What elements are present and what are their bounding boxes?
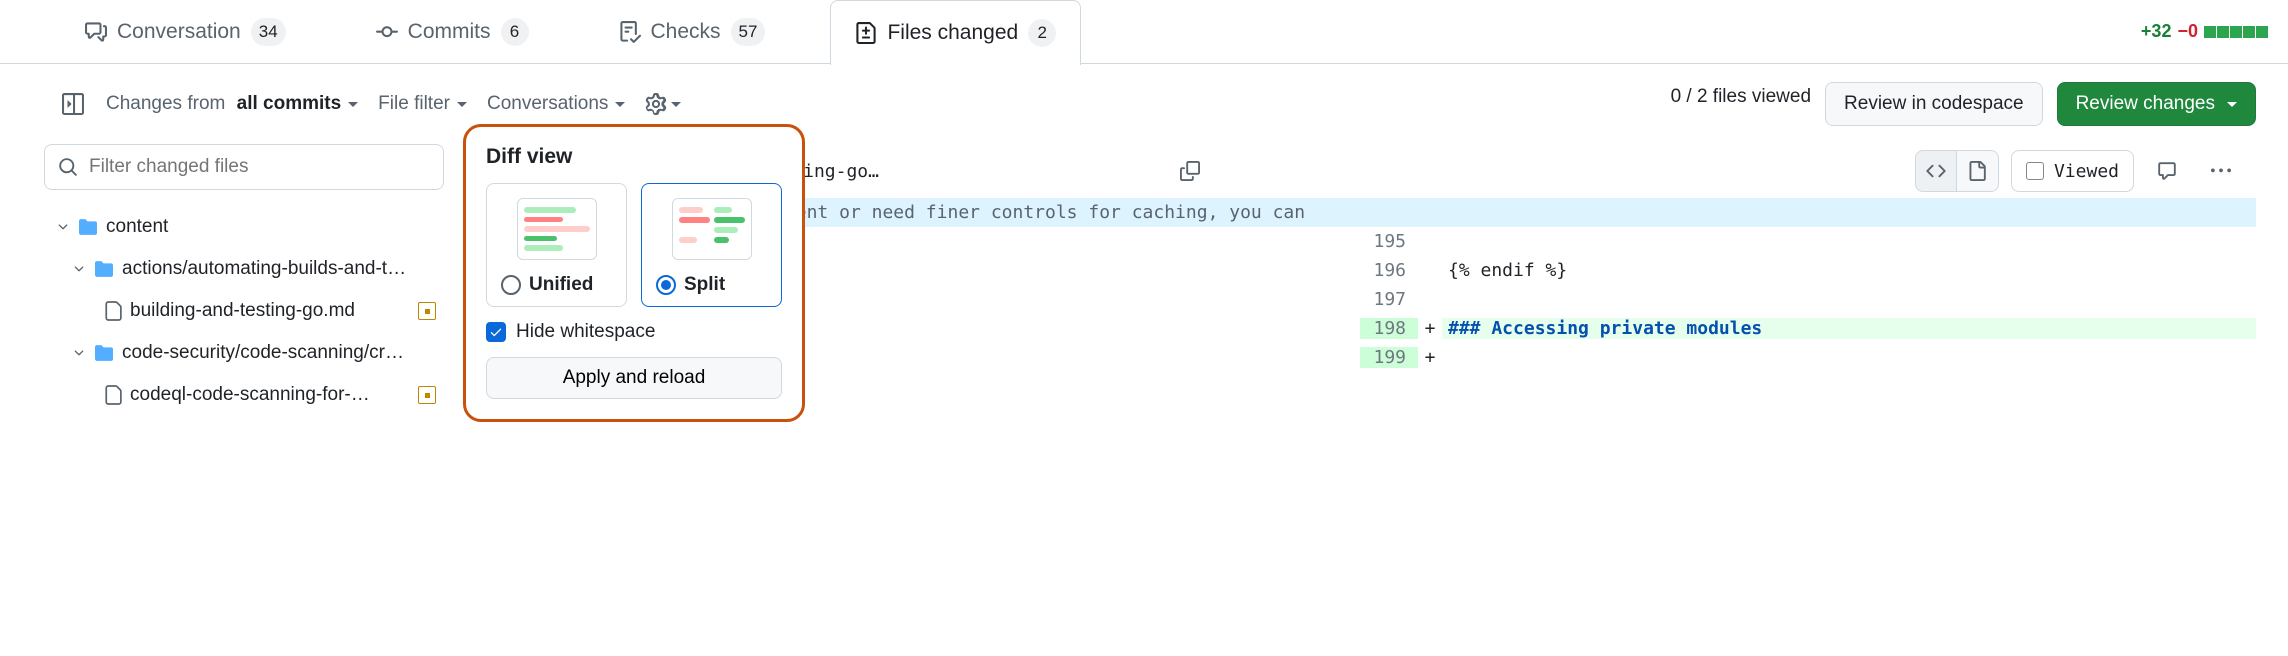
copy-icon [1180,161,1200,181]
unified-preview-icon [517,198,597,260]
caret-down-icon [457,102,467,107]
chevron-down-icon [72,346,86,360]
tab-files-label: Files changed [887,21,1018,45]
caret-down-icon [2227,102,2237,107]
caret-down-icon [615,102,625,107]
search-icon [58,157,78,177]
checklist-icon [619,21,641,43]
file-tree-sidebar: content actions/automating-builds-and-t…… [44,144,444,416]
commits-count: 6 [501,18,529,46]
checkbox-checked-icon [486,322,506,342]
tree-file[interactable]: building-and-testing-go.md [44,290,444,332]
diffstat-blocks [2204,26,2268,38]
kebab-menu-button[interactable] [2200,150,2242,192]
changes-from-dropdown[interactable]: Changes from all commits [106,93,358,115]
sidebar-toggle-button[interactable] [60,91,86,117]
tree-folder[interactable]: code-security/code-scanning/cr… [44,332,444,374]
chevron-down-icon [56,220,70,234]
checkbox-icon [2026,162,2044,180]
files-count: 2 [1028,19,1056,47]
tree-folder[interactable]: actions/automating-builds-and-t… [44,248,444,290]
sidebar-collapse-icon [62,93,84,115]
display-source-button[interactable] [1915,150,1957,192]
modified-icon [418,386,436,404]
popover-title: Diff view [486,145,782,169]
split-preview-icon [672,198,752,260]
main-content: content actions/automating-builds-and-t…… [0,144,2288,416]
file-icon [1967,161,1987,181]
tab-commits[interactable]: Commits 6 [351,0,554,64]
code-content: {% endif %} [1442,260,2256,281]
diffstat: +32 −0 [2141,21,2288,42]
tab-conversation[interactable]: Conversation 34 [60,0,311,64]
diff-toolbar: Changes from all commits File filter Con… [0,64,2288,144]
tree-folder-root[interactable]: content [44,206,444,248]
tab-commits-label: Commits [408,20,491,44]
diff-settings-button[interactable] [645,93,681,115]
tab-checks[interactable]: Checks 57 [594,0,791,64]
git-commit-icon [376,21,398,43]
file-tree: content actions/automating-builds-and-t…… [44,206,444,416]
code-content: ### Accessing private modules [1442,318,2256,339]
file-filter-dropdown[interactable]: File filter [378,93,467,115]
display-rendered-button[interactable] [1957,150,1999,192]
modified-icon [418,302,436,320]
viewed-checkbox[interactable]: Viewed [2011,150,2134,192]
checks-count: 57 [731,18,766,46]
line-number: 196 [1360,260,1418,281]
line-number: 198 [1360,318,1418,339]
files-viewed-label: 0 / 2 files viewed [1671,86,1811,108]
folder-icon [94,344,114,362]
line-number: 197 [1360,289,1418,310]
conversation-count: 34 [251,18,286,46]
diff-settings-popover: Diff view Unified [463,124,805,422]
caret-down-icon [348,102,358,107]
review-in-codespace-button[interactable]: Review in codespace [1825,82,2043,126]
file-diff-icon [855,22,877,44]
additions-count: +32 [2141,21,2172,42]
line-number: 199 [1360,347,1418,368]
diff-view-split-option[interactable]: Split [641,183,782,307]
radio-icon [501,275,521,295]
pr-tab-nav: Conversation 34 Commits 6 Checks 57 File… [0,0,2288,64]
hide-whitespace-checkbox[interactable]: Hide whitespace [486,321,782,343]
caret-down-icon [671,102,681,107]
comment-discussion-icon [85,21,107,43]
radio-checked-icon [656,275,676,295]
file-icon [104,301,122,321]
tree-file[interactable]: codeql-code-scanning-for-… [44,374,444,416]
file-icon [104,385,122,405]
tab-checks-label: Checks [651,20,721,44]
conversations-dropdown[interactable]: Conversations [487,93,625,115]
apply-and-reload-button[interactable]: Apply and reload [486,357,782,399]
folder-icon [94,260,114,278]
kebab-icon [2211,161,2231,181]
chevron-down-icon [72,262,86,276]
filter-files-input[interactable] [44,144,444,190]
display-mode-group [1915,150,1999,192]
tab-conversation-label: Conversation [117,20,241,44]
diff-view-unified-option[interactable]: Unified [486,183,627,307]
tab-files-changed[interactable]: Files changed 2 [830,0,1081,65]
files-viewed-progress [1671,112,1811,122]
copy-path-button[interactable] [1169,150,1211,192]
folder-icon [78,218,98,236]
line-number: 195 [1360,231,1418,252]
review-changes-button[interactable]: Review changes [2057,82,2256,126]
gear-icon [645,93,667,115]
code-icon [1926,161,1946,181]
comment-icon [2157,161,2177,181]
comment-button[interactable] [2146,150,2188,192]
deletions-count: −0 [2177,21,2198,42]
